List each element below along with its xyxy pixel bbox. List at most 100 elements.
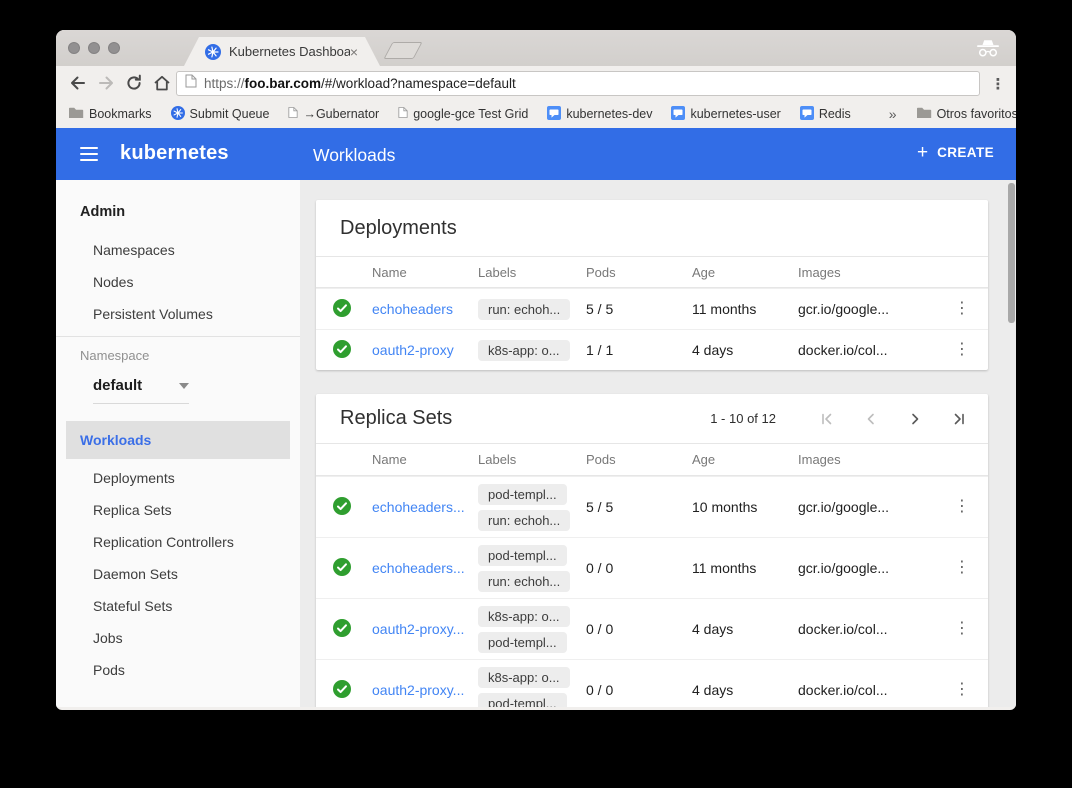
- sidebar-item-jobs[interactable]: Jobs: [56, 622, 300, 654]
- label-chip: pod-templ...: [478, 632, 567, 653]
- resource-link[interactable]: oauth2-proxy...: [372, 621, 464, 637]
- first-page-icon[interactable]: [820, 412, 834, 426]
- page-icon: [185, 74, 197, 93]
- groups-icon: [671, 106, 685, 123]
- table-row: oauth2-proxy k8s-app: o... 1 / 1 4 days …: [316, 329, 988, 370]
- row-menu-icon[interactable]: ⋮: [954, 560, 970, 576]
- age-cell: 11 months: [692, 301, 798, 317]
- images-cell: docker.io/col...: [798, 342, 950, 358]
- images-cell: docker.io/col...: [798, 621, 950, 637]
- column-name: Name: [372, 452, 478, 467]
- sidebar-item-admin[interactable]: Admin: [56, 194, 300, 230]
- table-row: echoheaders run: echoh... 5 / 5 11 month…: [316, 288, 988, 329]
- resource-link[interactable]: echoheaders...: [372, 499, 465, 515]
- url-path: /#/workload?namespace=default: [321, 76, 516, 91]
- forward-button[interactable]: [92, 69, 120, 97]
- other-favorites-folder[interactable]: Otros favoritos: [916, 107, 1016, 122]
- next-page-icon[interactable]: [908, 412, 922, 426]
- sidebar-item-persistent-volumes[interactable]: Persistent Volumes: [56, 298, 300, 330]
- new-tab-button[interactable]: [383, 42, 422, 59]
- table-row: echoheaders... pod-templ... run: echoh..…: [316, 537, 988, 598]
- bookmark-item[interactable]: →Gubernator: [288, 106, 379, 122]
- bookmarks-overflow-icon[interactable]: »: [889, 106, 897, 122]
- back-button[interactable]: [64, 69, 92, 97]
- label-chip: run: echoh...: [478, 571, 570, 592]
- maximize-window-button[interactable]: [108, 42, 120, 54]
- pagination-range: 1 - 10 of 12: [710, 411, 776, 426]
- resource-link[interactable]: oauth2-proxy...: [372, 682, 464, 698]
- bookmark-folder[interactable]: Bookmarks: [68, 107, 152, 122]
- refresh-button[interactable]: [120, 69, 148, 97]
- main-content: Deployments Name Labels Pods Age Images …: [300, 180, 1016, 707]
- bookmark-item[interactable]: google-gce Test Grid: [398, 106, 528, 122]
- row-menu-icon[interactable]: ⋮: [954, 342, 970, 358]
- last-page-icon[interactable]: [952, 412, 966, 426]
- sidebar-item-workloads[interactable]: Workloads: [66, 421, 290, 459]
- status-ok-icon: [333, 340, 351, 358]
- window-controls: [68, 42, 120, 54]
- sidebar-item-namespaces[interactable]: Namespaces: [56, 234, 300, 266]
- pods-cell: 1 / 1: [586, 342, 692, 358]
- sidebar-item-nodes[interactable]: Nodes: [56, 266, 300, 298]
- bookmark-item[interactable]: kubernetes-user: [671, 106, 780, 123]
- row-menu-icon[interactable]: ⋮: [954, 621, 970, 637]
- browser-toolbar: https://foo.bar.com/#/workload?namespace…: [56, 66, 1016, 100]
- column-name: Name: [372, 265, 478, 280]
- sidebar-item-deployments[interactable]: Deployments: [56, 462, 300, 494]
- sidebar-item-daemon-sets[interactable]: Daemon Sets: [56, 558, 300, 590]
- resource-link[interactable]: echoheaders...: [372, 560, 465, 576]
- browser-titlebar: Kubernetes Dashboard ×: [56, 30, 1016, 66]
- sidebar-divider: [56, 336, 300, 337]
- scrollbar-thumb[interactable]: [1008, 183, 1015, 323]
- namespace-value: default: [93, 377, 142, 394]
- browser-menu-icon[interactable]: ⋮: [986, 71, 1010, 96]
- minimize-window-button[interactable]: [88, 42, 100, 54]
- page-icon: [398, 106, 408, 122]
- resource-link[interactable]: echoheaders: [372, 301, 453, 317]
- previous-page-icon[interactable]: [864, 412, 878, 426]
- row-menu-icon[interactable]: ⋮: [954, 682, 970, 698]
- column-labels: Labels: [478, 265, 586, 280]
- bookmark-item[interactable]: Submit Queue: [171, 106, 270, 123]
- home-button[interactable]: [148, 69, 176, 97]
- table-row: oauth2-proxy... k8s-app: o... pod-templ.…: [316, 659, 988, 707]
- label-chip: run: echoh...: [478, 510, 570, 531]
- table-row: oauth2-proxy... k8s-app: o... pod-templ.…: [316, 598, 988, 659]
- status-ok-icon: [333, 680, 351, 698]
- url-bar[interactable]: https://foo.bar.com/#/workload?namespace…: [176, 71, 980, 96]
- hamburger-menu-icon[interactable]: [80, 147, 98, 161]
- table-header: Name Labels Pods Age Images: [316, 443, 988, 476]
- pods-cell: 5 / 5: [586, 499, 692, 515]
- label-chip: k8s-app: o...: [478, 340, 570, 361]
- row-menu-icon[interactable]: ⋮: [954, 499, 970, 515]
- kubernetes-brand[interactable]: kubernetes: [120, 142, 229, 165]
- images-cell: gcr.io/google...: [798, 560, 950, 576]
- age-cell: 4 days: [692, 621, 798, 637]
- create-button[interactable]: + CREATE: [917, 143, 994, 162]
- close-window-button[interactable]: [68, 42, 80, 54]
- sidebar-item-stateful-sets[interactable]: Stateful Sets: [56, 590, 300, 622]
- page-icon: [288, 106, 298, 122]
- status-ok-icon: [333, 299, 351, 317]
- tab-title: Kubernetes Dashboard: [229, 44, 350, 59]
- sidebar-item-pods[interactable]: Pods: [56, 654, 300, 686]
- resource-link[interactable]: oauth2-proxy: [372, 342, 454, 358]
- plus-icon: +: [917, 143, 928, 162]
- pagination: 1 - 10 of 12: [710, 411, 988, 426]
- row-menu-icon[interactable]: ⋮: [954, 301, 970, 317]
- sidebar-item-replica-sets[interactable]: Replica Sets: [56, 494, 300, 526]
- kubernetes-icon: [171, 106, 185, 123]
- sidebar-item-replication-controllers[interactable]: Replication Controllers: [56, 526, 300, 558]
- namespace-label: Namespace: [56, 343, 300, 369]
- url-host: foo.bar.com: [245, 76, 322, 91]
- folder-icon: [68, 107, 84, 122]
- tab-close-icon[interactable]: ×: [350, 45, 358, 59]
- groups-icon: [547, 106, 561, 123]
- bookmark-item[interactable]: kubernetes-dev: [547, 106, 652, 123]
- status-ok-icon: [333, 497, 351, 515]
- browser-tab[interactable]: Kubernetes Dashboard ×: [184, 37, 380, 66]
- namespace-select[interactable]: default: [93, 377, 189, 404]
- url-text: https://foo.bar.com/#/workload?namespace…: [204, 76, 516, 91]
- bookmark-item[interactable]: Redis: [800, 106, 851, 123]
- column-images: Images: [798, 265, 950, 280]
